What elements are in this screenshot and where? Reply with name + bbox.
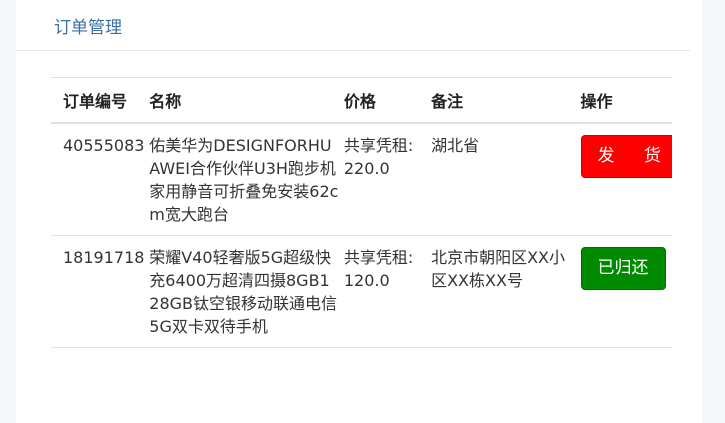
page-title: 订单管理 bbox=[54, 18, 122, 38]
remark-text: 湖北省 bbox=[431, 135, 480, 155]
action-cell: 发 货 bbox=[580, 123, 672, 236]
order-management-card: 订单管理 订单编号 名称 价格 备注 操作 40555083 佑美华为DESIG… bbox=[16, 0, 702, 423]
table-header-row: 订单编号 名称 价格 备注 操作 bbox=[51, 77, 672, 123]
orders-table-wrapper: 订单编号 名称 价格 备注 操作 40555083 佑美华为DESIGNFORH… bbox=[51, 77, 672, 348]
table-row: 40555083 佑美华为DESIGNFORHUAWEI合作伙伴U3H跑步机家用… bbox=[51, 123, 672, 236]
product-name: 佑美华为DESIGNFORHUAWEI合作伙伴U3H跑步机家用静音可折叠免安装6… bbox=[149, 135, 339, 224]
orders-table: 订单编号 名称 价格 备注 操作 40555083 佑美华为DESIGNFORH… bbox=[51, 77, 672, 348]
order-no-cell: 18191718 bbox=[63, 247, 145, 267]
product-name-cell: 佑美华为DESIGNFORHUAWEI合作伙伴U3H跑步机家用静音可折叠免安装6… bbox=[149, 123, 344, 236]
product-name: 荣耀V40轻奢版5G超级快充6400万超清四摄8GB128GB钛空银移动联通电信… bbox=[149, 247, 338, 336]
table-row: 18191718 荣耀V40轻奢版5G超级快充6400万超清四摄8GB128GB… bbox=[51, 235, 672, 347]
remark-text: 北京市朝阳区XX小区XX栋XX号 bbox=[431, 247, 566, 290]
ship-button[interactable]: 发 货 bbox=[580, 134, 672, 178]
header-price: 价格 bbox=[343, 91, 376, 111]
table-header: 订单编号 名称 价格 备注 操作 bbox=[51, 77, 672, 123]
remark-cell: 湖北省 bbox=[431, 123, 580, 236]
price-text: 共享凭租:120.0 bbox=[343, 247, 414, 290]
header-name: 名称 bbox=[149, 91, 182, 111]
remark-cell: 北京市朝阳区XX小区XX栋XX号 bbox=[431, 235, 580, 347]
product-name-cell: 荣耀V40轻奢版5G超级快充6400万超清四摄8GB128GB钛空银移动联通电信… bbox=[149, 235, 344, 347]
returned-button[interactable]: 已归还 bbox=[580, 246, 666, 290]
price-text: 共享凭租:220.0 bbox=[343, 135, 414, 178]
price-cell: 共享凭租:220.0 bbox=[344, 123, 431, 236]
card-header: 订单管理 bbox=[16, 0, 690, 51]
header-order-no: 订单编号 bbox=[63, 91, 128, 111]
table-body: 40555083 佑美华为DESIGNFORHUAWEI合作伙伴U3H跑步机家用… bbox=[51, 123, 672, 347]
action-cell: 已归还 bbox=[580, 235, 672, 347]
header-remark: 备注 bbox=[431, 91, 464, 111]
order-no-cell: 40555083 bbox=[63, 135, 145, 155]
header-action: 操作 bbox=[580, 91, 613, 111]
price-cell: 共享凭租:120.0 bbox=[344, 235, 431, 347]
